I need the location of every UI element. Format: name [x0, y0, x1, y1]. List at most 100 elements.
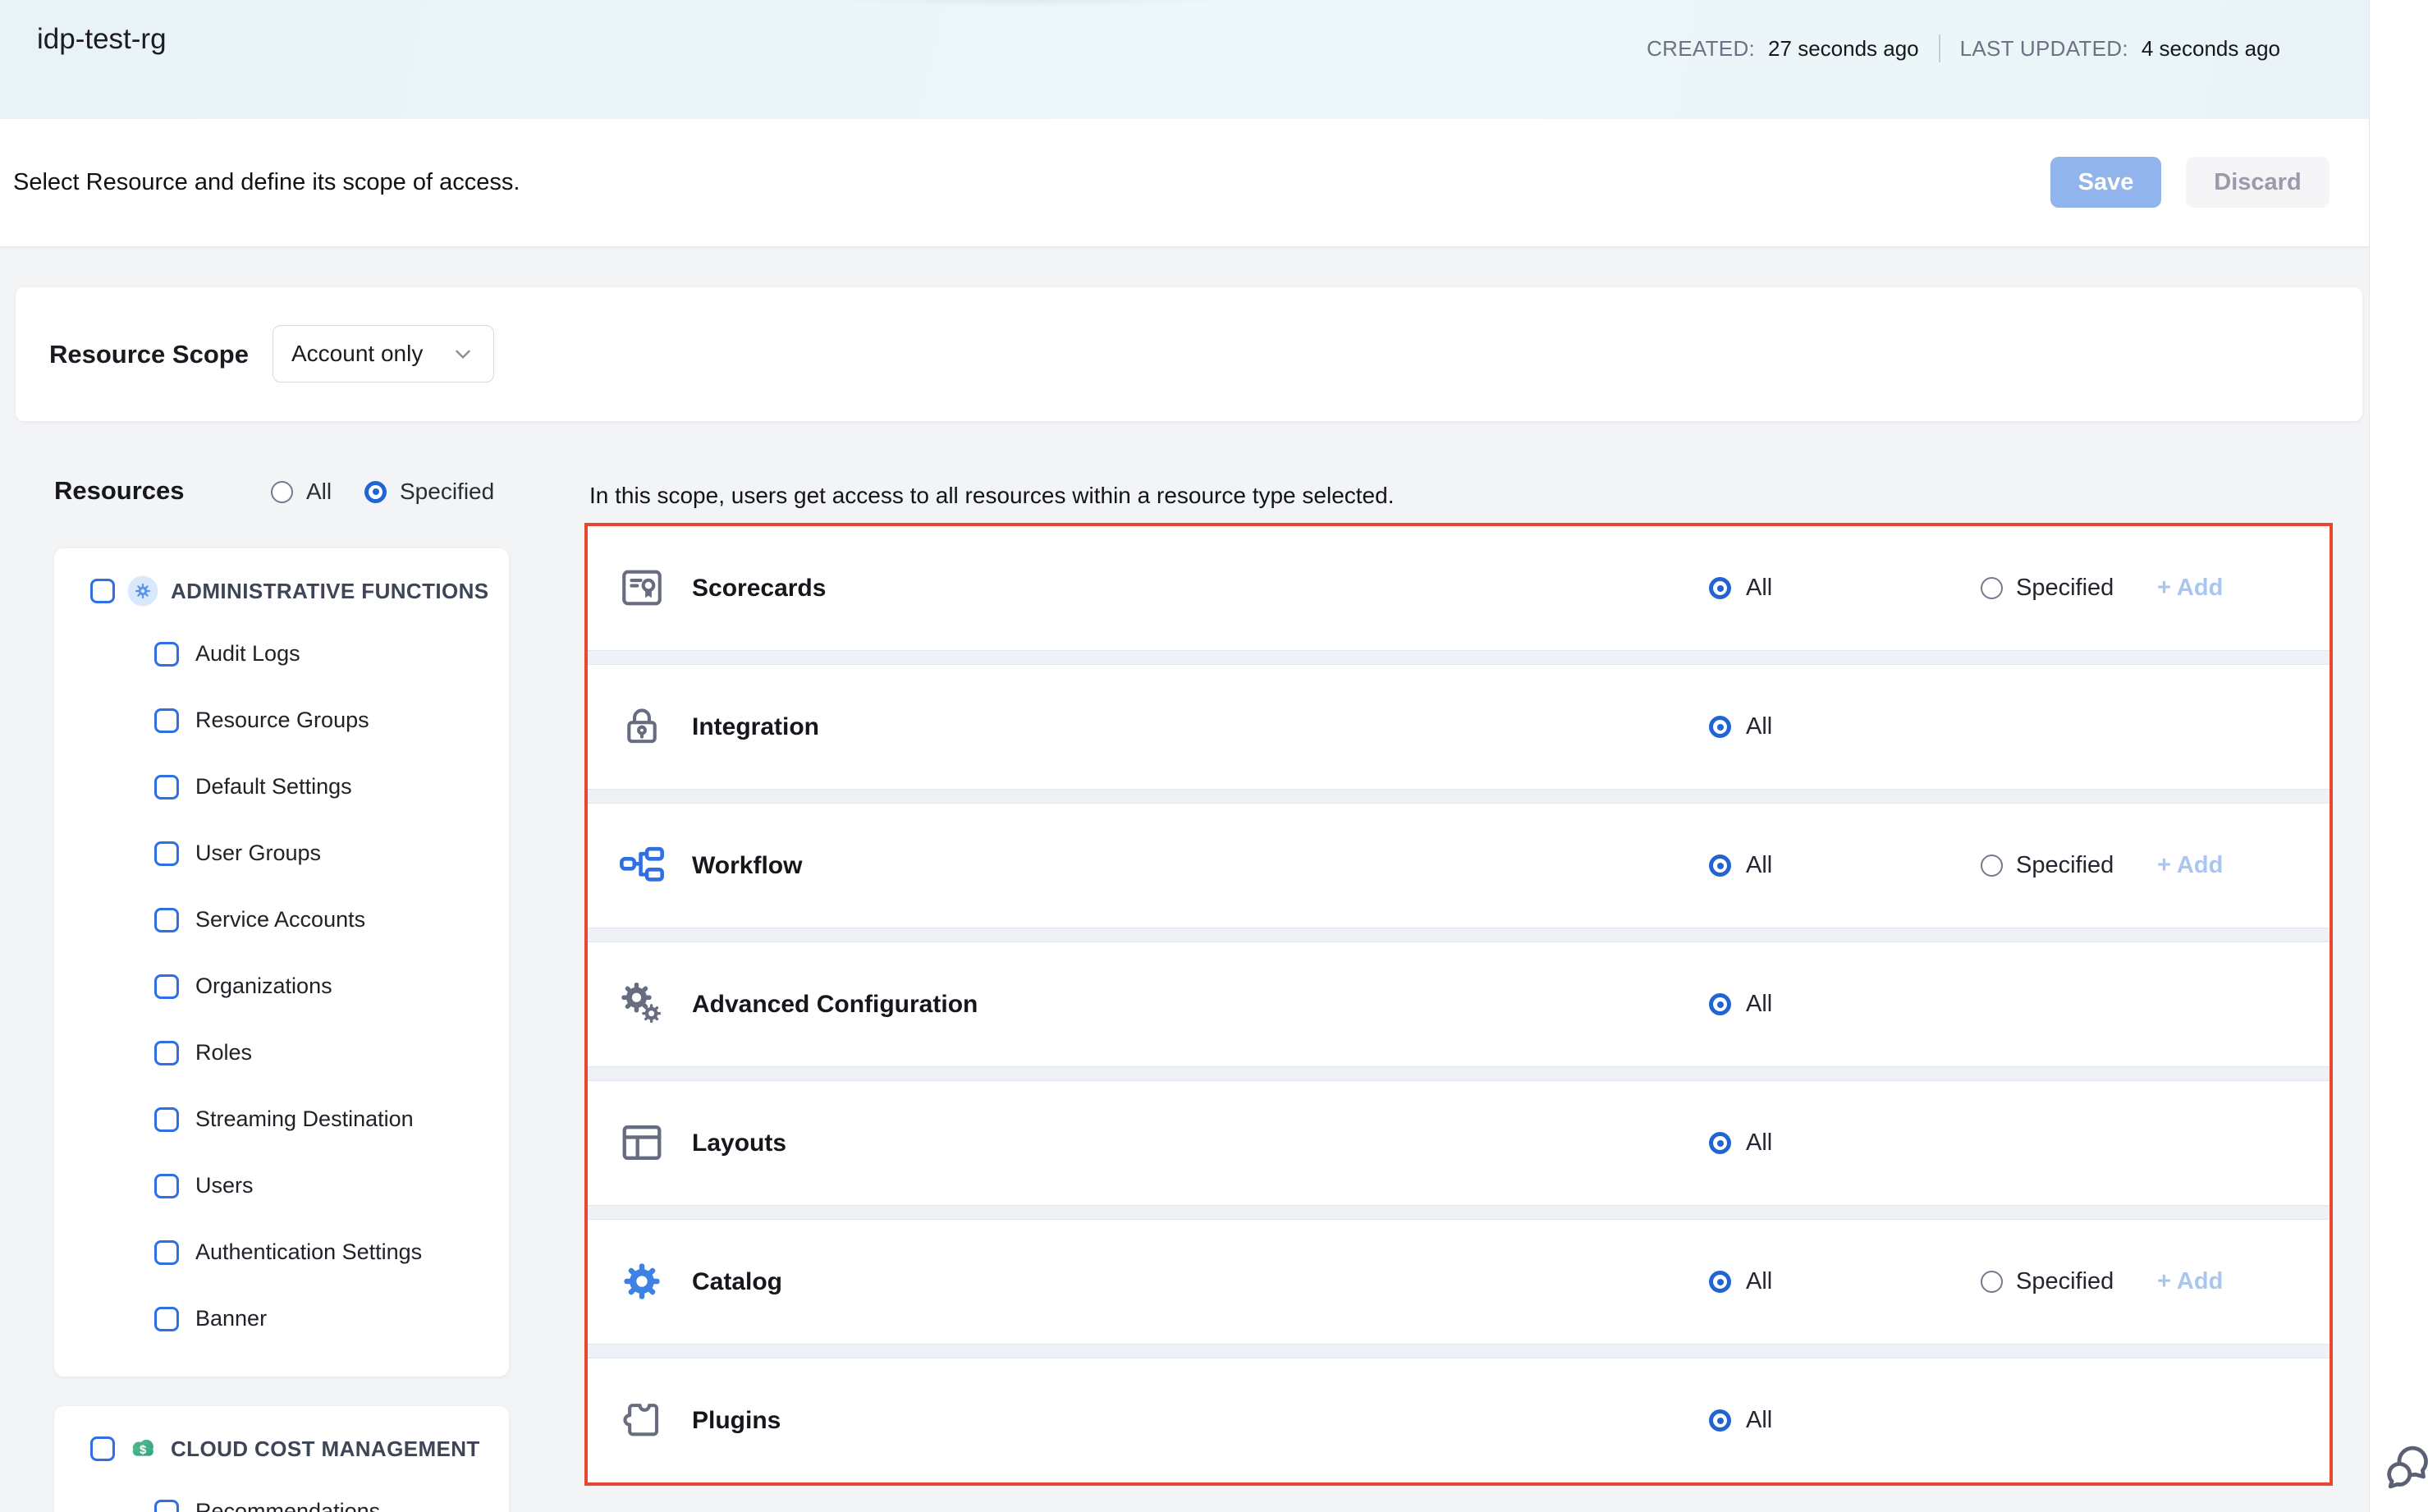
radio-all-icon	[1709, 1132, 1731, 1154]
resource-type-label: Integration	[692, 665, 819, 789]
item-checkbox[interactable]	[154, 1107, 179, 1132]
item-label: Users	[195, 1173, 254, 1198]
item-checkbox[interactable]	[154, 1240, 179, 1265]
item-checkbox[interactable]	[154, 974, 179, 999]
item-checkbox[interactable]	[154, 642, 179, 667]
item-label: Banner	[195, 1306, 267, 1331]
updated-label: LAST UPDATED:	[1960, 36, 2128, 62]
resource-type-row: Layouts All	[588, 1081, 2330, 1205]
radio-all-icon	[1709, 716, 1731, 738]
support-chat-button[interactable]	[2381, 1441, 2428, 1494]
row-radio-specified[interactable]: Specified	[1981, 526, 2114, 650]
resource-group-card: ADMINISTRATIVE FUNCTIONS Audit Logs Reso…	[54, 548, 509, 1377]
resource-list-item: Banner	[54, 1285, 509, 1352]
radio-specified-icon	[1981, 1271, 2003, 1293]
right-strip	[2369, 0, 2428, 1512]
item-checkbox[interactable]	[154, 1307, 179, 1331]
resource-list-item: Audit Logs	[54, 621, 509, 687]
resource-list-item: Roles	[54, 1019, 509, 1086]
row-radio-all[interactable]: All	[1709, 1359, 1772, 1482]
page-title: idp-test-rg	[37, 23, 167, 56]
group-name: ADMINISTRATIVE FUNCTIONS	[171, 579, 489, 604]
resource-list-item: Organizations	[54, 953, 509, 1019]
resource-scope-card: Resource Scope Account only	[16, 287, 2362, 421]
row-separator	[588, 650, 2330, 665]
item-checkbox[interactable]	[154, 1500, 179, 1512]
resource-list-item: Streaming Destination	[54, 1086, 509, 1152]
item-label: Recommendations	[195, 1499, 380, 1512]
row-radio-all[interactable]: All	[1709, 665, 1772, 789]
resource-type-label: Scorecards	[692, 526, 826, 650]
row-radio-specified[interactable]: Specified	[1981, 1220, 2114, 1344]
resource-type-label: Catalog	[692, 1220, 782, 1344]
add-link[interactable]: + Add	[2157, 526, 2223, 650]
row-radio-all[interactable]: All	[1709, 1081, 1772, 1205]
row-separator	[588, 789, 2330, 804]
resources-radio-all[interactable]: All	[271, 479, 332, 505]
resource-list-item: User Groups	[54, 820, 509, 887]
resources-header: Resources All Specified	[54, 476, 514, 522]
scope-description: In this scope, users get access to all r…	[589, 483, 1394, 509]
resource-scope-dropdown[interactable]: Account only	[273, 325, 494, 383]
resource-scope-value: Account only	[291, 341, 451, 367]
group-name: CLOUD COST MANAGEMENT	[171, 1436, 480, 1462]
action-bar: Select Resource and define its scope of …	[0, 119, 2369, 247]
item-checkbox[interactable]	[154, 775, 179, 800]
save-button[interactable]: Save	[2050, 157, 2161, 208]
add-link[interactable]: + Add	[2157, 804, 2223, 928]
updated-value: 4 seconds ago	[2142, 36, 2280, 62]
radio-all-icon	[271, 481, 293, 503]
radio-all-icon	[1709, 993, 1731, 1015]
resource-list-item: Resource Groups	[54, 687, 509, 754]
row-separator	[588, 1344, 2330, 1359]
discard-button[interactable]: Discard	[2186, 157, 2330, 208]
resource-type-list: Scorecards All Specified + Add Integrati…	[584, 523, 2333, 1486]
group-items: Recommendations	[54, 1478, 509, 1512]
resources-radio-specified[interactable]: Specified	[364, 479, 494, 505]
item-label: Roles	[195, 1040, 252, 1065]
add-link[interactable]: + Add	[2157, 1220, 2223, 1344]
item-label: User Groups	[195, 841, 321, 866]
resource-list-item: Users	[54, 1152, 509, 1219]
group-icon	[126, 575, 159, 607]
resource-group-card: CLOUD COST MANAGEMENT Recommendations	[54, 1406, 509, 1512]
item-label: Resource Groups	[195, 708, 369, 733]
resource-group-header: ADMINISTRATIVE FUNCTIONS	[54, 570, 509, 612]
item-label: Audit Logs	[195, 641, 300, 667]
top-smudge	[722, 0, 1330, 10]
action-description: Select Resource and define its scope of …	[13, 119, 520, 246]
resource-type-icon	[618, 841, 666, 889]
action-buttons: Save Discard	[2050, 157, 2330, 208]
resource-list-item: Authentication Settings	[54, 1219, 509, 1285]
row-radio-specified[interactable]: Specified	[1981, 804, 2114, 928]
resource-type-row: Workflow All Specified + Add	[588, 804, 2330, 928]
group-checkbox[interactable]	[90, 579, 115, 603]
page-header: idp-test-rg CREATED: 27 seconds ago LAST…	[0, 0, 2369, 119]
radio-specified-icon	[1981, 855, 2003, 877]
item-label: Default Settings	[195, 774, 352, 800]
resource-type-row: Plugins All	[588, 1359, 2330, 1482]
item-checkbox[interactable]	[154, 708, 179, 733]
item-checkbox[interactable]	[154, 841, 179, 866]
resource-group-header: CLOUD COST MANAGEMENT	[54, 1427, 509, 1470]
item-checkbox[interactable]	[154, 1041, 179, 1065]
item-label: Service Accounts	[195, 907, 365, 932]
group-items: Audit Logs Resource Groups Default Setti…	[54, 621, 509, 1352]
radio-all-icon	[1709, 1271, 1731, 1293]
resource-type-row: Advanced Configuration All	[588, 942, 2330, 1066]
row-separator	[588, 1205, 2330, 1220]
group-checkbox[interactable]	[90, 1436, 115, 1461]
row-radio-all[interactable]: All	[1709, 942, 1772, 1066]
row-radio-all[interactable]: All	[1709, 526, 1772, 650]
radio-all-icon	[1709, 577, 1731, 599]
row-radio-all[interactable]: All	[1709, 1220, 1772, 1344]
row-radio-all[interactable]: All	[1709, 804, 1772, 928]
resource-type-label: Plugins	[692, 1359, 781, 1482]
resources-sidebar: ADMINISTRATIVE FUNCTIONS Audit Logs Reso…	[54, 548, 509, 1512]
resource-type-icon	[618, 980, 666, 1028]
meta-info: CREATED: 27 seconds ago LAST UPDATED: 4 …	[1647, 34, 2280, 62]
radio-all-icon	[1709, 855, 1731, 877]
chevron-down-icon	[451, 341, 475, 366]
item-checkbox[interactable]	[154, 1174, 179, 1198]
item-checkbox[interactable]	[154, 908, 179, 932]
